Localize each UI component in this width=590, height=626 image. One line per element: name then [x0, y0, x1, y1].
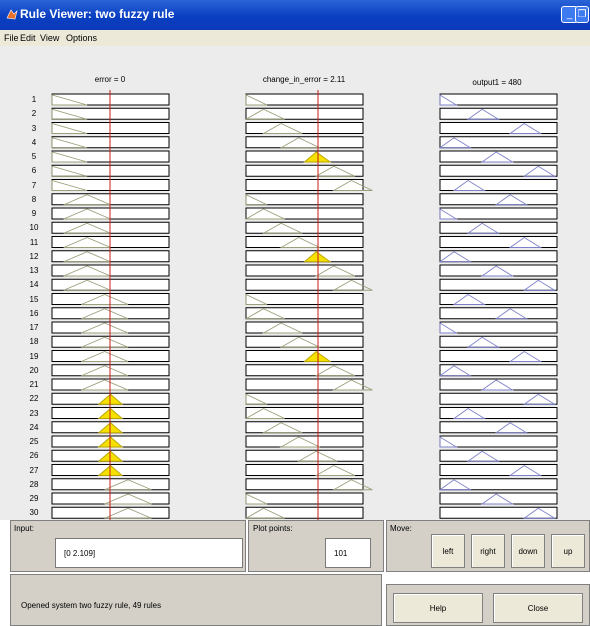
rule-cell — [245, 364, 364, 377]
rule-cell — [439, 321, 558, 334]
rule-cell — [245, 150, 364, 163]
window-title: Rule Viewer: two fuzzy rule — [20, 7, 175, 21]
menu-edit[interactable]: Edit — [20, 33, 36, 43]
plot-points-label: Plot points: — [253, 524, 293, 533]
rule-cell — [439, 250, 558, 263]
rule-cell — [439, 221, 558, 234]
rule-plots[interactable] — [0, 46, 590, 520]
rule-cell — [245, 321, 364, 334]
rule-cell — [245, 421, 364, 434]
rule-cell — [439, 364, 558, 377]
plot-points-field[interactable]: 101 — [325, 538, 371, 568]
rule-cell — [439, 407, 558, 419]
rule-cell — [245, 122, 364, 134]
rule-cell — [245, 464, 364, 476]
rule-cell — [245, 221, 364, 234]
input-field[interactable]: [0 2.109] — [55, 538, 243, 568]
rule-cell — [439, 150, 558, 163]
rule-cell — [439, 435, 558, 448]
move-left-button[interactable]: left — [431, 534, 465, 568]
rule-cell — [439, 122, 558, 134]
input-panel: Input: [0 2.109] — [10, 520, 246, 572]
rule-cell — [439, 350, 558, 362]
rule-cell — [439, 236, 558, 248]
rule-cell — [439, 449, 558, 462]
menu-file[interactable]: File — [4, 33, 19, 43]
rule-cell — [439, 492, 558, 505]
title-bar: Rule Viewer: two fuzzy rule _ ❐ — [0, 0, 590, 30]
rule-cell — [245, 435, 364, 448]
rule-cell — [245, 478, 364, 491]
move-down-button[interactable]: down — [511, 534, 545, 568]
menu-options[interactable]: Options — [66, 33, 97, 43]
rule-cell — [245, 179, 364, 191]
move-label: Move: — [390, 524, 412, 533]
rule-cell — [245, 207, 364, 220]
rule-cell — [439, 293, 558, 305]
input-label: Input: — [14, 524, 35, 533]
move-up-button[interactable]: up — [551, 534, 585, 568]
rule-cell — [245, 236, 364, 248]
rule-cell — [439, 264, 558, 277]
rule-cell — [245, 407, 364, 419]
rule-cell — [439, 107, 558, 120]
plot-points-panel: Plot points: 101 — [248, 520, 384, 572]
rule-cell — [245, 307, 364, 320]
help-button[interactable]: Help — [393, 593, 483, 623]
rule-cell — [439, 478, 558, 491]
rule-cell — [245, 264, 364, 277]
rule-plot-area: error = 0 change_in_error = 2.11 output1… — [0, 46, 590, 520]
rule-cell — [439, 136, 558, 149]
rule-cell — [439, 93, 558, 106]
move-panel: Move: left right down up — [386, 520, 590, 572]
rule-cell — [245, 250, 364, 263]
menu-bar: File Edit View Options — [0, 30, 590, 46]
rule-cell — [245, 136, 364, 149]
rule-cell — [245, 164, 364, 177]
rule-cell — [245, 378, 364, 391]
close-button[interactable]: Close — [493, 593, 583, 623]
button-panel: Help Close — [386, 584, 590, 626]
status-text: Opened system two fuzzy rule, 49 rules — [21, 601, 162, 610]
rule-cell — [439, 335, 558, 348]
restore-button[interactable]: ❐ — [575, 6, 589, 23]
rule-cell — [245, 335, 364, 348]
rule-cell — [439, 179, 558, 191]
rule-cell — [245, 350, 364, 362]
rule-cell — [245, 506, 364, 519]
rule-cell — [439, 207, 558, 220]
move-right-button[interactable]: right — [471, 534, 505, 568]
menu-view[interactable]: View — [40, 33, 59, 43]
rule-cell — [439, 378, 558, 391]
rule-cell — [439, 464, 558, 476]
rule-cell — [245, 107, 364, 120]
rule-cell — [245, 278, 364, 291]
rule-cell — [245, 449, 364, 462]
status-panel: Opened system two fuzzy rule, 49 rules — [10, 574, 382, 626]
matlab-icon — [6, 9, 18, 20]
